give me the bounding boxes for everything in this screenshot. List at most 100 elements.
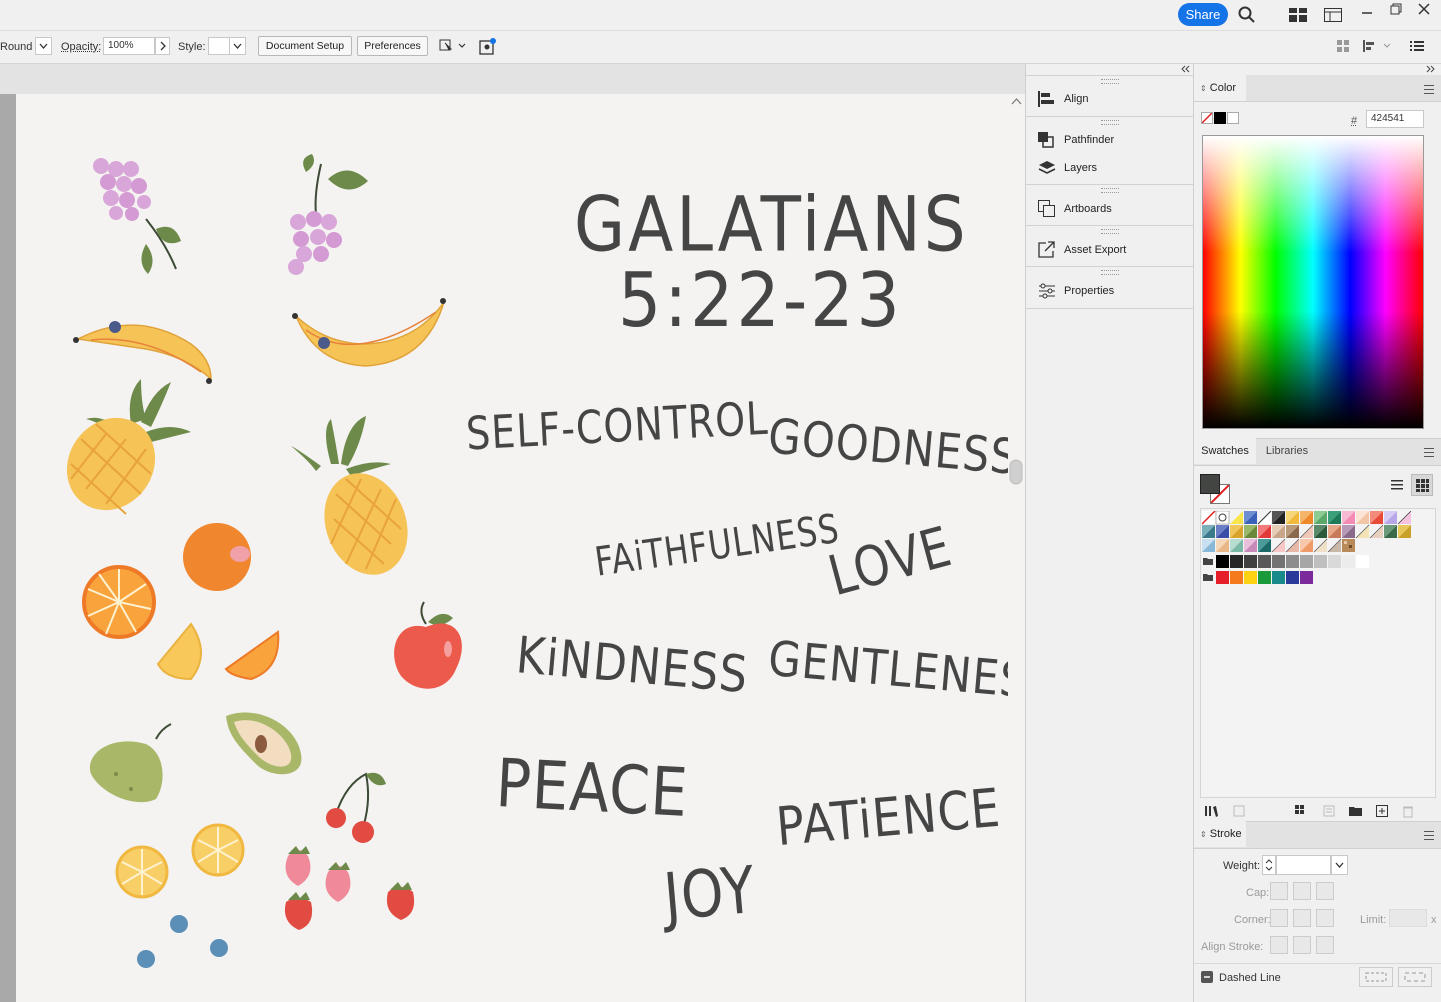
minimize-icon[interactable] bbox=[1360, 3, 1374, 17]
align-options-icon[interactable] bbox=[1336, 39, 1350, 53]
title-bar: Share bbox=[0, 0, 1441, 31]
tab-swatches[interactable]: Swatches bbox=[1194, 438, 1256, 464]
opacity-arrow-icon[interactable] bbox=[155, 37, 170, 55]
round-cap-icon[interactable] bbox=[1293, 882, 1311, 900]
strawberry-illustration-2 bbox=[325, 862, 351, 902]
list-view-icon[interactable] bbox=[1386, 474, 1408, 496]
apple-illustration bbox=[394, 601, 462, 689]
document-setup-button[interactable]: Document Setup bbox=[258, 36, 352, 56]
thumbnail-view-icon[interactable] bbox=[1411, 474, 1433, 496]
color-panel-tab[interactable]: ⇕ Color bbox=[1194, 75, 1246, 101]
brush-value[interactable]: Round bbox=[0, 41, 32, 53]
workspace-switcher-icon[interactable] bbox=[1289, 8, 1307, 22]
word-peace: PEACE bbox=[494, 743, 691, 833]
blueberry-illustration-2 bbox=[210, 939, 228, 957]
panel-layers[interactable]: Layers bbox=[1026, 153, 1194, 183]
weight-input[interactable] bbox=[1276, 855, 1331, 875]
swatches-panel-menu-icon[interactable] bbox=[1424, 448, 1434, 457]
search-icon[interactable] bbox=[1238, 6, 1256, 24]
place-swatch-icon[interactable] bbox=[1232, 804, 1246, 818]
fill-stroke-indicator[interactable] bbox=[1200, 474, 1232, 504]
panel-properties[interactable]: Properties bbox=[1026, 276, 1194, 306]
vertical-scrollbar[interactable] bbox=[1008, 94, 1025, 1002]
weight-dropdown-chevron-icon[interactable] bbox=[1331, 855, 1348, 875]
expand-dock-icon[interactable] bbox=[1424, 64, 1438, 74]
hex-input[interactable]: 424541 bbox=[1366, 110, 1424, 128]
color-panel-menu-icon[interactable] bbox=[1424, 85, 1434, 94]
limit-input[interactable] bbox=[1389, 909, 1427, 927]
dashed-line-checkbox[interactable] bbox=[1201, 971, 1213, 983]
panel-artboards[interactable]: Artboards bbox=[1026, 194, 1194, 224]
projecting-cap-icon[interactable] bbox=[1316, 882, 1334, 900]
swatch-options-icon[interactable] bbox=[1322, 804, 1336, 818]
grapes-illustration bbox=[93, 158, 181, 274]
share-button[interactable]: Share bbox=[1178, 3, 1228, 26]
new-color-group-icon[interactable] bbox=[1348, 804, 1364, 818]
artboard[interactable]: GALATiANS 5:22-23 SELF-CONTROL GOODNESS … bbox=[16, 94, 1008, 1002]
align-outside-icon[interactable] bbox=[1316, 936, 1334, 954]
new-swatch-icon[interactable] bbox=[1375, 804, 1389, 818]
butt-cap-icon[interactable] bbox=[1270, 882, 1288, 900]
opacity-field[interactable]: 100% bbox=[103, 37, 155, 55]
pineapple-illustration-2 bbox=[291, 416, 408, 575]
panel-align[interactable]: Align bbox=[1026, 84, 1194, 114]
preserve-dash-icon[interactable] bbox=[1359, 967, 1393, 987]
panel-pathfinder-label: Pathfinder bbox=[1064, 134, 1115, 146]
tab-libraries[interactable]: Libraries bbox=[1256, 438, 1318, 464]
control-bar-menu-icon[interactable] bbox=[1410, 40, 1424, 52]
preferences-button[interactable]: Preferences bbox=[357, 36, 428, 56]
align-center-icon[interactable] bbox=[1270, 936, 1288, 954]
restore-icon[interactable] bbox=[1389, 2, 1403, 16]
weight-label: Weight: bbox=[1223, 860, 1261, 872]
bevel-join-icon[interactable] bbox=[1316, 909, 1334, 927]
black-swatch[interactable] bbox=[1214, 112, 1226, 124]
style-swatch[interactable] bbox=[208, 37, 230, 55]
stroke-panel-tab[interactable]: ⇕ Stroke bbox=[1194, 821, 1246, 847]
title-line-1: GALATiANS bbox=[574, 180, 969, 269]
align-inside-icon[interactable] bbox=[1293, 936, 1311, 954]
corner-label: Corner: bbox=[1234, 914, 1271, 926]
miter-join-icon[interactable] bbox=[1270, 909, 1288, 927]
round-join-icon[interactable] bbox=[1293, 909, 1311, 927]
style-dropdown-chevron-icon[interactable] bbox=[229, 37, 246, 55]
transform-options-icon[interactable] bbox=[1362, 39, 1396, 53]
color-panel-title: Color bbox=[1209, 82, 1237, 94]
color-spectrum[interactable] bbox=[1202, 135, 1424, 429]
pasteboard-edge bbox=[0, 94, 16, 1002]
align-icon bbox=[1038, 91, 1054, 107]
document-tab-strip bbox=[0, 64, 1025, 94]
select-similar-icon[interactable] bbox=[437, 37, 467, 55]
grapes-illustration-2 bbox=[288, 154, 368, 275]
lemon-slice-illustration bbox=[115, 845, 169, 899]
stroke-panel-menu-icon[interactable] bbox=[1424, 831, 1434, 840]
show-swatch-kinds-icon[interactable] bbox=[1294, 804, 1310, 818]
orange-illustration bbox=[183, 523, 251, 591]
banana-illustration bbox=[73, 321, 212, 384]
layers-icon bbox=[1038, 161, 1056, 174]
none-swatch[interactable] bbox=[1201, 112, 1213, 124]
panel-dock-collapsed: Align Pathfinder Layers Artboards Asset … bbox=[1025, 64, 1194, 1002]
panel-layers-label: Layers bbox=[1064, 162, 1098, 174]
align-dash-corners-icon[interactable] bbox=[1398, 967, 1432, 987]
cap-label: Cap: bbox=[1246, 887, 1270, 899]
arrange-documents-icon[interactable] bbox=[1324, 8, 1342, 22]
brush-dropdown-chevron-icon[interactable] bbox=[35, 37, 52, 55]
swatch-group-folder-icon bbox=[1203, 558, 1213, 581]
collapse-dock-icon[interactable] bbox=[1178, 64, 1192, 74]
swatch-libraries-menu-icon[interactable] bbox=[1204, 804, 1220, 818]
close-icon[interactable] bbox=[1417, 2, 1431, 16]
swatch-grid[interactable] bbox=[1200, 508, 1436, 798]
panel-asset-export[interactable]: Asset Export bbox=[1026, 235, 1194, 265]
recolor-artwork-icon[interactable] bbox=[478, 36, 498, 56]
limit-suffix: x bbox=[1431, 914, 1437, 926]
align-stroke-label: Align Stroke: bbox=[1201, 941, 1264, 953]
delete-swatch-icon[interactable] bbox=[1401, 804, 1415, 818]
strawberry-illustration-4 bbox=[386, 882, 415, 920]
orange-wedge-illustration bbox=[224, 630, 280, 681]
weight-stepper-icon[interactable] bbox=[1262, 855, 1276, 875]
pathfinder-icon bbox=[1038, 132, 1054, 148]
pear-illustration bbox=[89, 723, 172, 803]
panel-pathfinder[interactable]: Pathfinder bbox=[1026, 125, 1194, 155]
asset-export-icon bbox=[1038, 241, 1055, 258]
white-swatch[interactable] bbox=[1227, 112, 1239, 124]
